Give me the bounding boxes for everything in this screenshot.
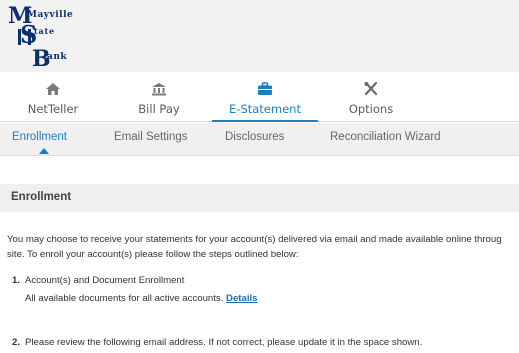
intro-line-2: site. To enroll your account(s) please f…: [7, 249, 299, 260]
tab-enrollment[interactable]: Enrollment: [12, 123, 76, 156]
details-link[interactable]: Details: [226, 293, 257, 304]
tab-reconciliation-wizard[interactable]: Reconciliation Wizard: [330, 123, 441, 156]
tab-label-disclosures: Disclosures: [225, 131, 285, 143]
tab-label-reconciliation-wizard: Reconciliation Wizard: [330, 131, 441, 143]
nav-item-bill-pay[interactable]: Bill Pay: [106, 72, 212, 122]
step-1-sub-text: All available documents for all active a…: [25, 293, 224, 304]
nav-label-e-statement: E-Statement: [229, 102, 301, 116]
nav-item-options[interactable]: Options: [318, 72, 424, 122]
logo-line-3: ank: [47, 52, 67, 62]
step-1-number: 1.: [12, 275, 21, 286]
tab-label-enrollment: Enrollment: [12, 131, 67, 143]
tab-email-settings[interactable]: Email Settings: [114, 123, 188, 156]
tools-icon: [318, 81, 424, 97]
bank-logo[interactable]: M Mayville S tate B ank: [6, 3, 96, 69]
section-header: Enrollment: [0, 184, 519, 212]
main-nav: NetTeller Bill Pay E-Statement Options: [0, 72, 519, 122]
step-1-detail: All available documents for all active a…: [25, 293, 258, 304]
tab-disclosures[interactable]: Disclosures: [225, 123, 284, 156]
logo-line-2: tate: [34, 26, 55, 36]
active-tab-caret-icon: [39, 148, 49, 154]
nav-item-e-statement[interactable]: E-Statement: [212, 72, 318, 122]
header-bar: M Mayville S tate B ank: [0, 0, 519, 72]
intro-line-1: You may choose to receive your statement…: [7, 234, 502, 245]
step-1-text: Account(s) and Document Enrollment: [25, 275, 185, 286]
tab-label-email-settings: Email Settings: [114, 131, 188, 143]
section-title: Enrollment: [11, 191, 72, 203]
briefcase-icon: [212, 81, 318, 97]
nav-label-netteller: NetTeller: [27, 102, 79, 116]
sub-nav: Enrollment Email Settings Disclosures Re…: [0, 123, 519, 156]
step-2-number: 2.: [12, 337, 21, 348]
intro-text: You may choose to receive your statement…: [7, 232, 519, 262]
bank-icon: [106, 81, 212, 97]
logo-line-1: Mayville: [27, 10, 73, 20]
nav-label-bill-pay: Bill Pay: [138, 102, 180, 116]
home-icon: [0, 81, 106, 97]
step-2-text: Please review the following email addres…: [25, 337, 423, 348]
nav-item-netteller[interactable]: NetTeller: [0, 72, 106, 122]
nav-label-options: Options: [348, 102, 394, 116]
